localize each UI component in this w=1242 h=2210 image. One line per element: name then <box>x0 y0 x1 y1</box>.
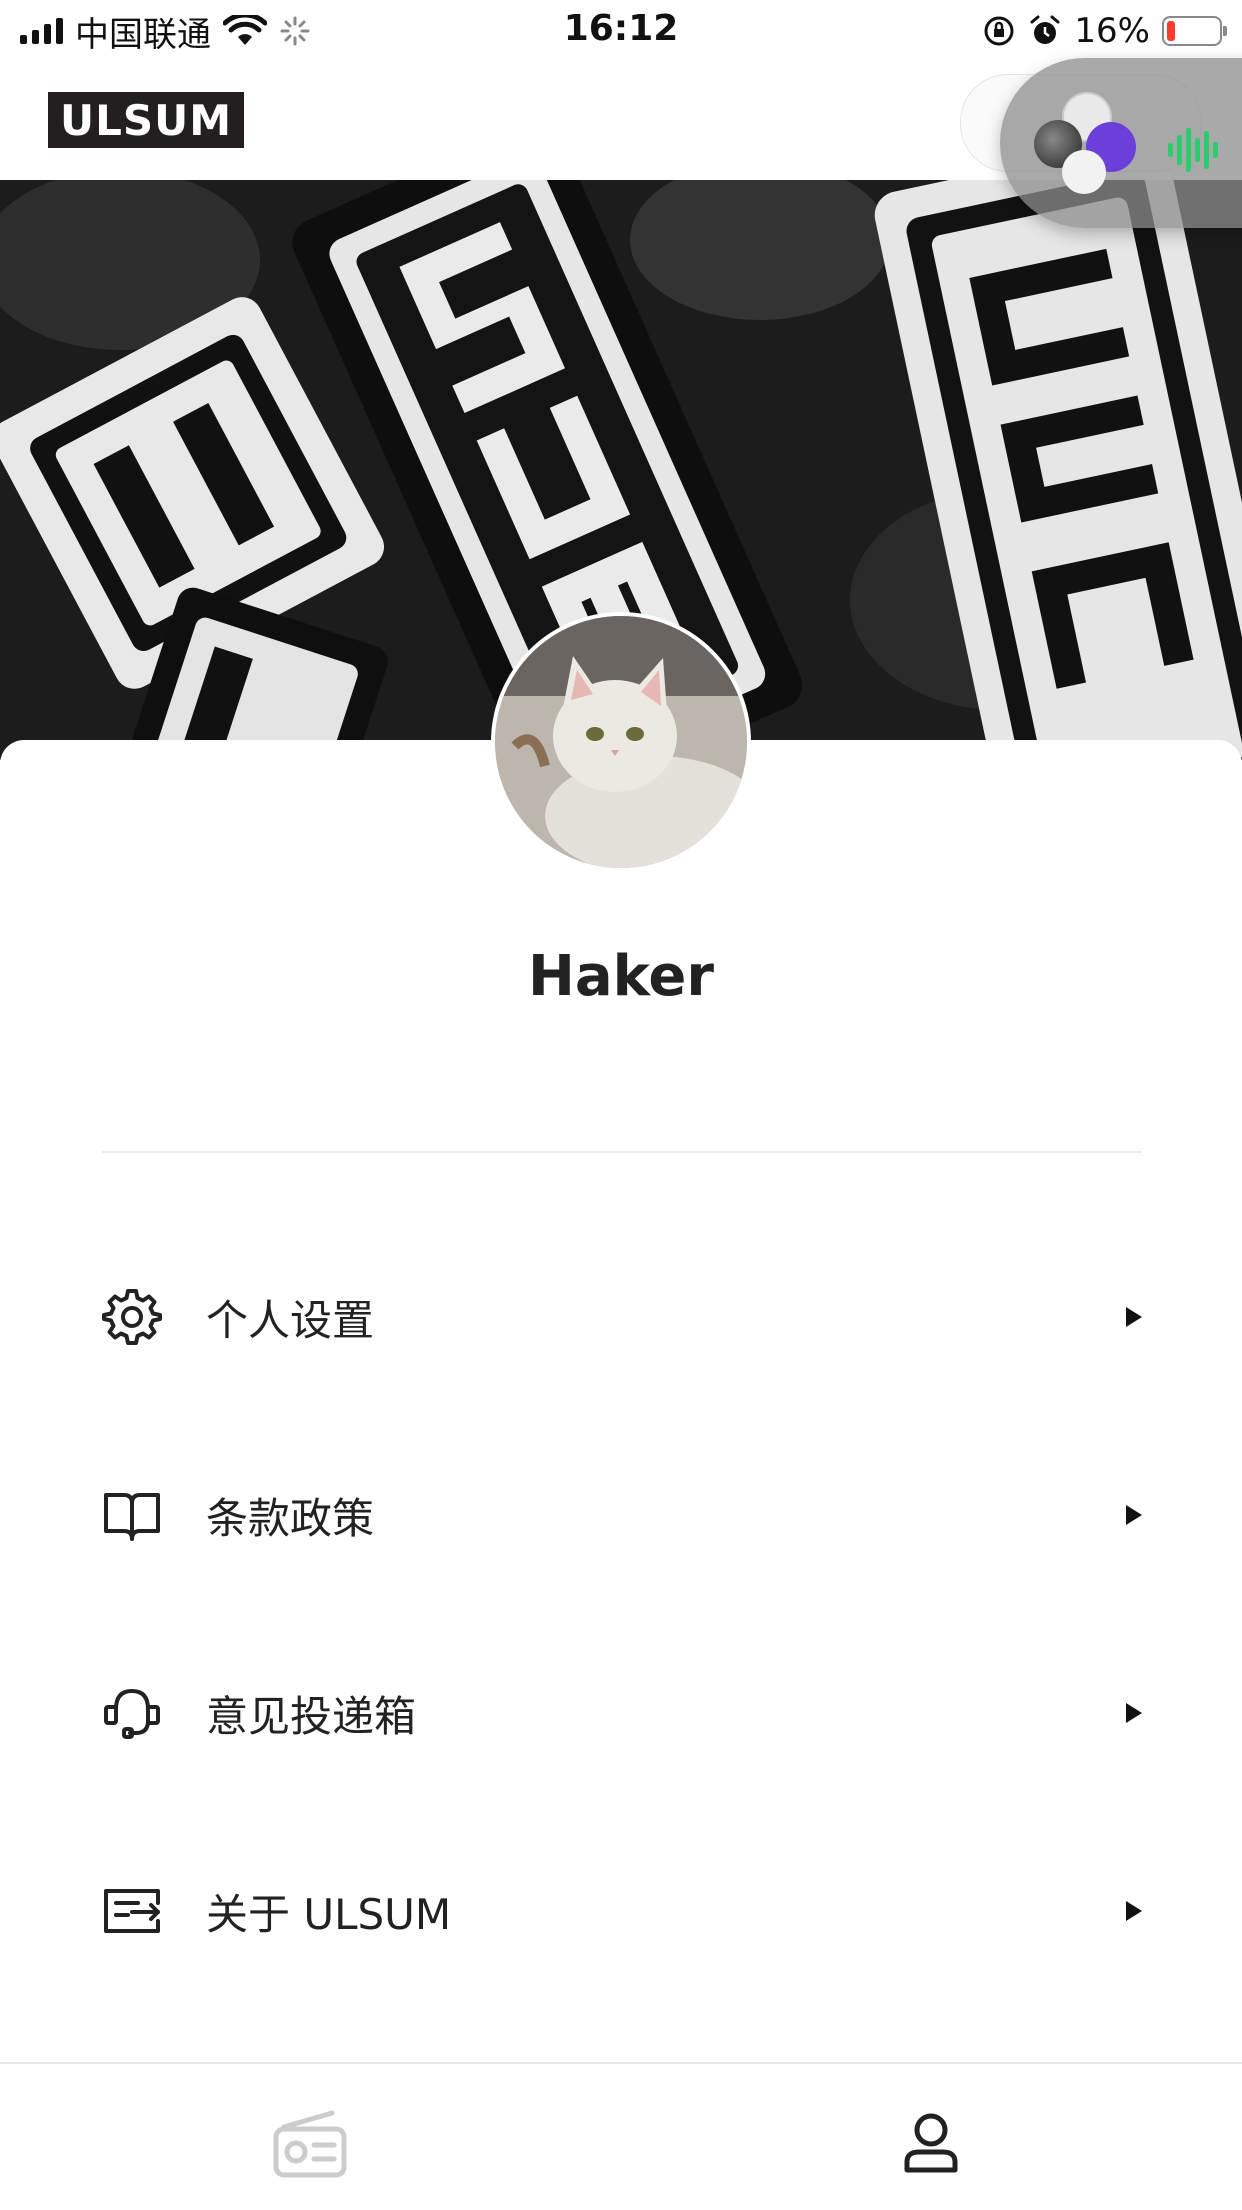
chevron-right-icon <box>1126 1901 1142 1921</box>
blank-circle-icon[interactable] <box>1062 150 1106 194</box>
orientation-lock-icon <box>984 16 1014 46</box>
audio-wave-icon[interactable] <box>1168 128 1218 172</box>
chevron-right-icon <box>1126 1307 1142 1327</box>
menu-label: 个人设置 <box>206 1295 375 1345</box>
menu-item-terms-policy[interactable]: 条款政策 <box>100 1455 1144 1575</box>
menu-item-about-ulsum[interactable]: 关于 ULSUM <box>100 1851 1144 1971</box>
menu-label: 关于 ULSUM <box>206 1889 452 1939</box>
chevron-right-icon <box>1126 1703 1142 1723</box>
menu-item-feedback-box[interactable]: 意见投递箱 <box>100 1653 1144 1773</box>
menu-item-personal-settings[interactable]: 个人设置 <box>100 1257 1144 1377</box>
battery-icon <box>1162 16 1227 46</box>
status-bar: 中国联通 16:12 16% <box>0 0 1242 62</box>
gear-icon <box>100 1285 164 1349</box>
battery-fill <box>1167 21 1175 41</box>
status-right: 16% <box>982 8 1227 54</box>
battery-percent: 16% <box>1074 11 1150 51</box>
chevron-right-icon <box>1126 1505 1142 1525</box>
floating-bubble[interactable] <box>1000 58 1242 228</box>
tab-bar <box>0 2062 1242 2210</box>
divider <box>102 1151 1142 1153</box>
ulsum-logo: ULSUM <box>48 92 244 148</box>
menu-label: 条款政策 <box>206 1493 375 1543</box>
username: Haker <box>528 944 714 1009</box>
radio-icon <box>273 2110 347 2178</box>
user-icon <box>904 2113 958 2173</box>
cat-avatar-image <box>495 616 747 868</box>
headset-icon <box>100 1681 164 1745</box>
tab-radio[interactable] <box>270 2104 350 2184</box>
avatar[interactable] <box>491 612 751 872</box>
book-icon <box>100 1483 164 1547</box>
info-card-icon <box>100 1879 164 1943</box>
tab-profile[interactable] <box>891 2104 971 2184</box>
menu-label: 意见投递箱 <box>206 1691 417 1741</box>
alarm-icon <box>1030 15 1060 44</box>
